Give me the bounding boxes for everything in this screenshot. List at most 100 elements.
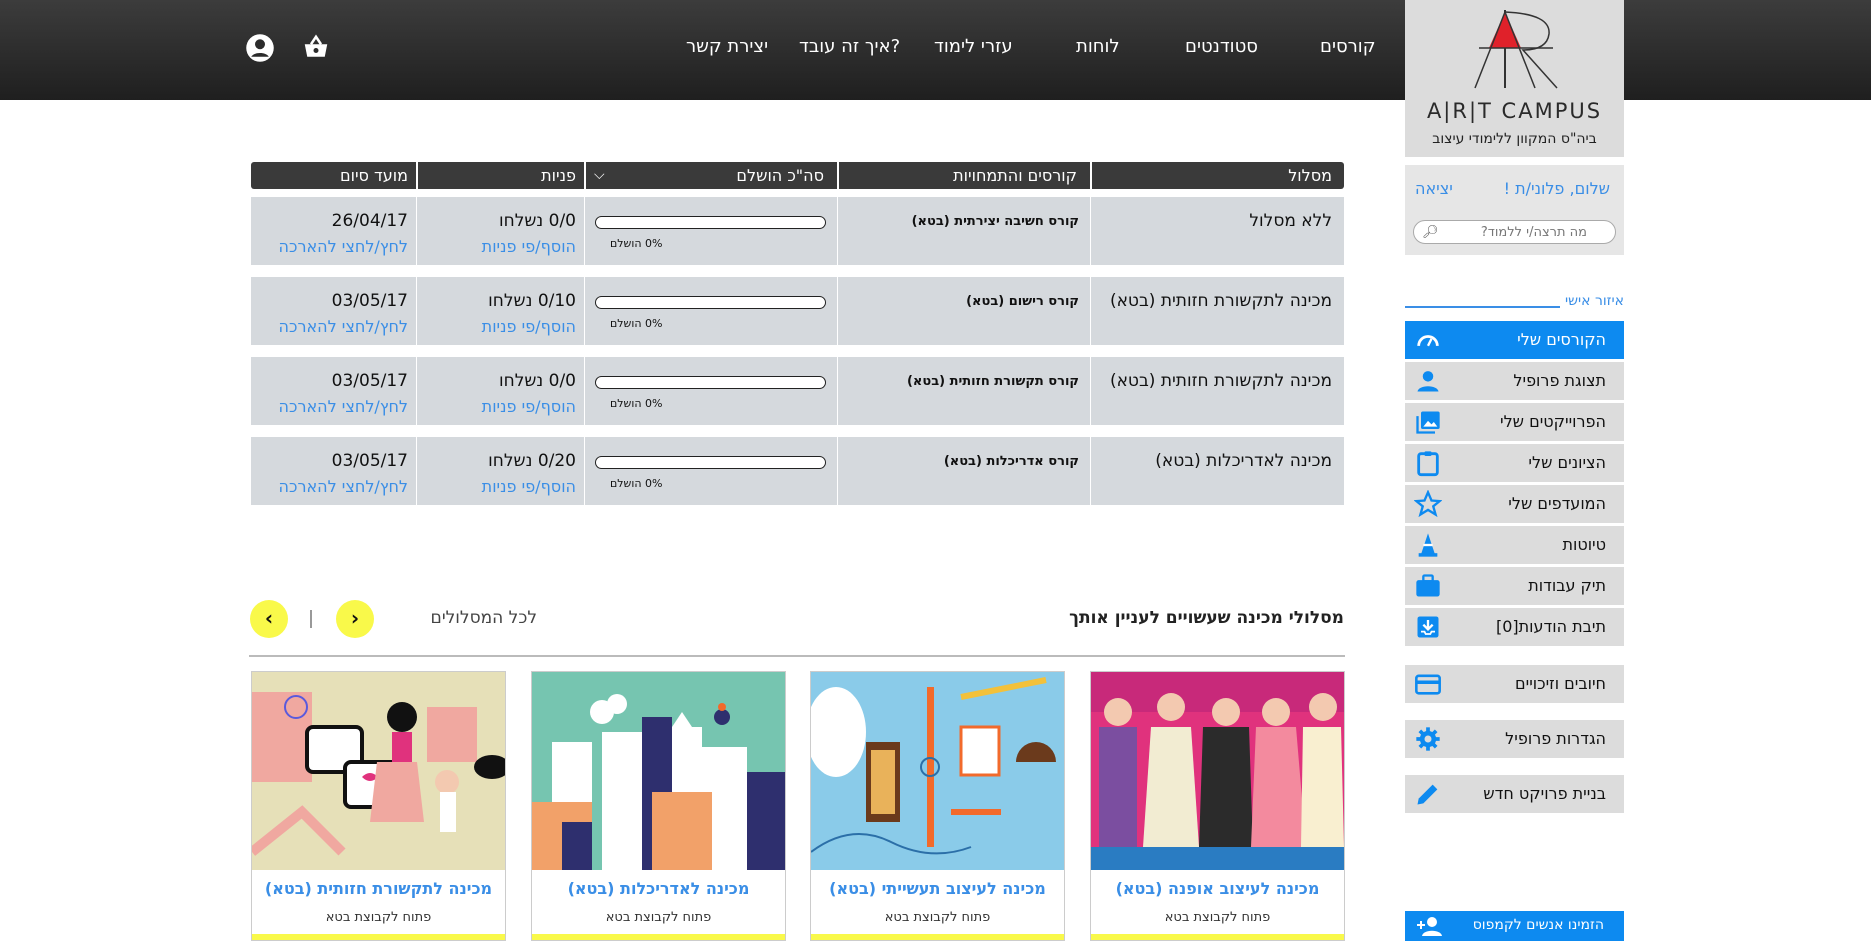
track-card[interactable]: מכינה לאדריכלות (בטא) פתוח לקבוצת בטא xyxy=(531,671,786,941)
add-person-icon xyxy=(1417,917,1442,936)
divider xyxy=(416,162,418,189)
clipboard-icon xyxy=(1417,451,1439,477)
track-name: מכינה לאדריכלות (בטא) xyxy=(1155,451,1332,471)
header-completed[interactable]: סה"כ הושלם xyxy=(736,162,824,189)
extend-link[interactable]: לחץ/לחצי להארכה xyxy=(279,237,408,256)
sidebar-item-my-grades[interactable]: הציונים שלי xyxy=(1405,444,1624,482)
credit-card-icon xyxy=(1415,674,1441,695)
table-row: מכינה לתקשורת חזותית (בטא) קורס תקשורת ח… xyxy=(251,357,1344,425)
sidebar-item-favorites[interactable]: המועדפים שלי xyxy=(1405,485,1624,523)
divider xyxy=(310,610,312,628)
logo-box[interactable]: A|R|T CAMPUS ביה"ס המקוון ללימודי עיצוב xyxy=(1405,0,1624,157)
nav-boards[interactable]: לוחות xyxy=(1076,36,1120,57)
requests-count: 0/0 נשלחו xyxy=(498,211,576,231)
divider xyxy=(416,197,417,265)
sidebar-item-drafts[interactable]: טיוטות xyxy=(1405,526,1624,564)
visual-comm-illustration xyxy=(252,672,505,870)
architecture-illustration xyxy=(532,672,785,870)
divider xyxy=(837,277,838,345)
progress-label: 0% הושלם xyxy=(610,397,663,410)
card-status: פתוח לקבוצת בטא xyxy=(605,910,712,925)
inbox-icon xyxy=(1417,616,1439,638)
gallery-icon xyxy=(1416,411,1440,434)
sidebar-item-label: הפרוייקטים שלי xyxy=(1499,412,1606,431)
header-track: מסלול xyxy=(1288,166,1332,185)
sidebar-item-my-projects[interactable]: הפרוייקטים שלי xyxy=(1405,403,1624,441)
header-deadline: מועד סיום xyxy=(340,166,408,185)
course-name[interactable]: קורס רישום (בטא) xyxy=(966,294,1079,309)
next-arrow-button[interactable]: › xyxy=(336,600,374,638)
sidebar-item-profile-view[interactable]: תצוגת פרופיל xyxy=(1405,362,1624,400)
divider xyxy=(584,357,585,425)
invite-label: הזמינו אנשים לקמפוס xyxy=(1472,917,1604,933)
card-title: מכינה לעיצוב אופנה (בטא) xyxy=(1115,879,1320,898)
sidebar-item-label: המועדפים שלי xyxy=(1508,494,1606,513)
table-row: מכינה לתקשורת חזותית (בטא) קורס רישום (ב… xyxy=(251,277,1344,345)
course-name[interactable]: קורס חשיבה יצירתית (בטא) xyxy=(912,214,1079,229)
sidebar-item-label: תצוגת פרופיל xyxy=(1513,371,1606,390)
table-row: ללא מסלול קורס חשיבה יצירתית (בטא) 0% הו… xyxy=(251,197,1344,265)
add-requests-link[interactable]: הוסף/פי פניות xyxy=(482,317,576,336)
sidebar-item-portfolio[interactable]: תיק עבודות xyxy=(1405,567,1624,605)
sidebar-item-label: תיבת הודעות[0] xyxy=(1495,617,1606,636)
sidebar-item-inbox[interactable]: תיבת הודעות[0] xyxy=(1405,608,1624,646)
prev-arrow-button[interactable]: ‹ xyxy=(250,600,288,638)
divider xyxy=(584,277,585,345)
divider xyxy=(837,162,839,189)
add-requests-link[interactable]: הוסף/פי פניות xyxy=(482,397,576,416)
card-title: מכינה לעיצוב תעשייתי (בטא) xyxy=(829,879,1046,898)
sidebar-item-profile-settings[interactable]: הגדרות פרופיל xyxy=(1405,720,1624,758)
cone-icon xyxy=(1418,533,1438,557)
track-card[interactable]: מכינה לעיצוב אופנה (בטא) פתוח לקבוצת בטא xyxy=(1090,671,1345,941)
progress-bar xyxy=(595,456,826,469)
account-icon[interactable] xyxy=(245,33,275,63)
divider xyxy=(584,437,585,505)
nav-how-it-works[interactable]: איך זה עובד? xyxy=(799,36,900,57)
course-name[interactable]: קורס תקשורת חזותית (בטא) xyxy=(907,374,1079,389)
gear-icon xyxy=(1416,727,1440,751)
requests-count: 0/10 נשלחו xyxy=(488,291,576,311)
logout-link[interactable]: יציאה xyxy=(1415,179,1453,198)
card-title: מכינה לתקשורת חזותית (בטא) xyxy=(264,879,493,898)
sidebar-item-label: חיובים וזיכויים xyxy=(1515,674,1606,693)
sidebar-item-label: טיוטות xyxy=(1562,535,1606,554)
nav-study-aids[interactable]: עזרי לימוד xyxy=(934,36,1013,57)
add-requests-link[interactable]: הוסף/פי פניות xyxy=(482,477,576,496)
progress-bar xyxy=(595,296,826,309)
divider xyxy=(1090,437,1091,505)
pencil-icon xyxy=(1417,784,1438,805)
track-card[interactable]: מכינה לעיצוב תעשייתי (בטא) פתוח לקבוצת ב… xyxy=(810,671,1065,941)
card-status: פתוח לקבוצת בטא xyxy=(884,910,991,925)
deadline-date: 03/05/17 xyxy=(331,451,408,471)
progress-label: 0% הושלם xyxy=(610,317,663,330)
progress-label: 0% הושלם xyxy=(610,237,663,250)
search-input[interactable] xyxy=(1413,220,1616,244)
extend-link[interactable]: לחץ/לחצי להארכה xyxy=(279,397,408,416)
star-icon xyxy=(1414,490,1442,518)
card-accent-bar xyxy=(1091,934,1344,940)
all-tracks-link[interactable]: לכל המסלולים xyxy=(431,608,537,628)
nav-courses[interactable]: קורסים xyxy=(1320,36,1376,57)
extend-link[interactable]: לחץ/לחצי להארכה xyxy=(279,477,408,496)
track-card[interactable]: מכינה לתקשורת חזותית (בטא) פתוח לקבוצת ב… xyxy=(251,671,506,941)
search-icon[interactable]: 🔎︎ xyxy=(1422,225,1439,240)
person-icon xyxy=(1417,371,1439,392)
sort-chevron-icon[interactable]: ⌵ xyxy=(594,162,605,189)
nav-students[interactable]: סטודנטים xyxy=(1185,36,1258,57)
extend-link[interactable]: לחץ/לחצי להארכה xyxy=(279,317,408,336)
card-accent-bar xyxy=(252,934,505,940)
sidebar-item-my-courses[interactable]: הקורסים שלי xyxy=(1405,321,1624,359)
deadline-date: 03/05/17 xyxy=(331,371,408,391)
basket-icon[interactable] xyxy=(301,33,331,63)
invite-people-button[interactable]: הזמינו אנשים לקמפוס xyxy=(1405,911,1624,941)
divider xyxy=(837,197,838,265)
course-name[interactable]: קורס אדריכלות (בטא) xyxy=(944,454,1079,469)
divider xyxy=(837,357,838,425)
add-requests-link[interactable]: הוסף/פי פניות xyxy=(482,237,576,256)
divider xyxy=(416,277,417,345)
sidebar-item-new-project[interactable]: בניית פרויקט חדש xyxy=(1405,775,1624,813)
sidebar-item-billing[interactable]: חיובים וזיכויים xyxy=(1405,665,1624,703)
nav-contact[interactable]: יצירת קשר xyxy=(686,36,768,57)
divider xyxy=(1090,277,1091,345)
logo-mark-icon xyxy=(1474,10,1558,89)
